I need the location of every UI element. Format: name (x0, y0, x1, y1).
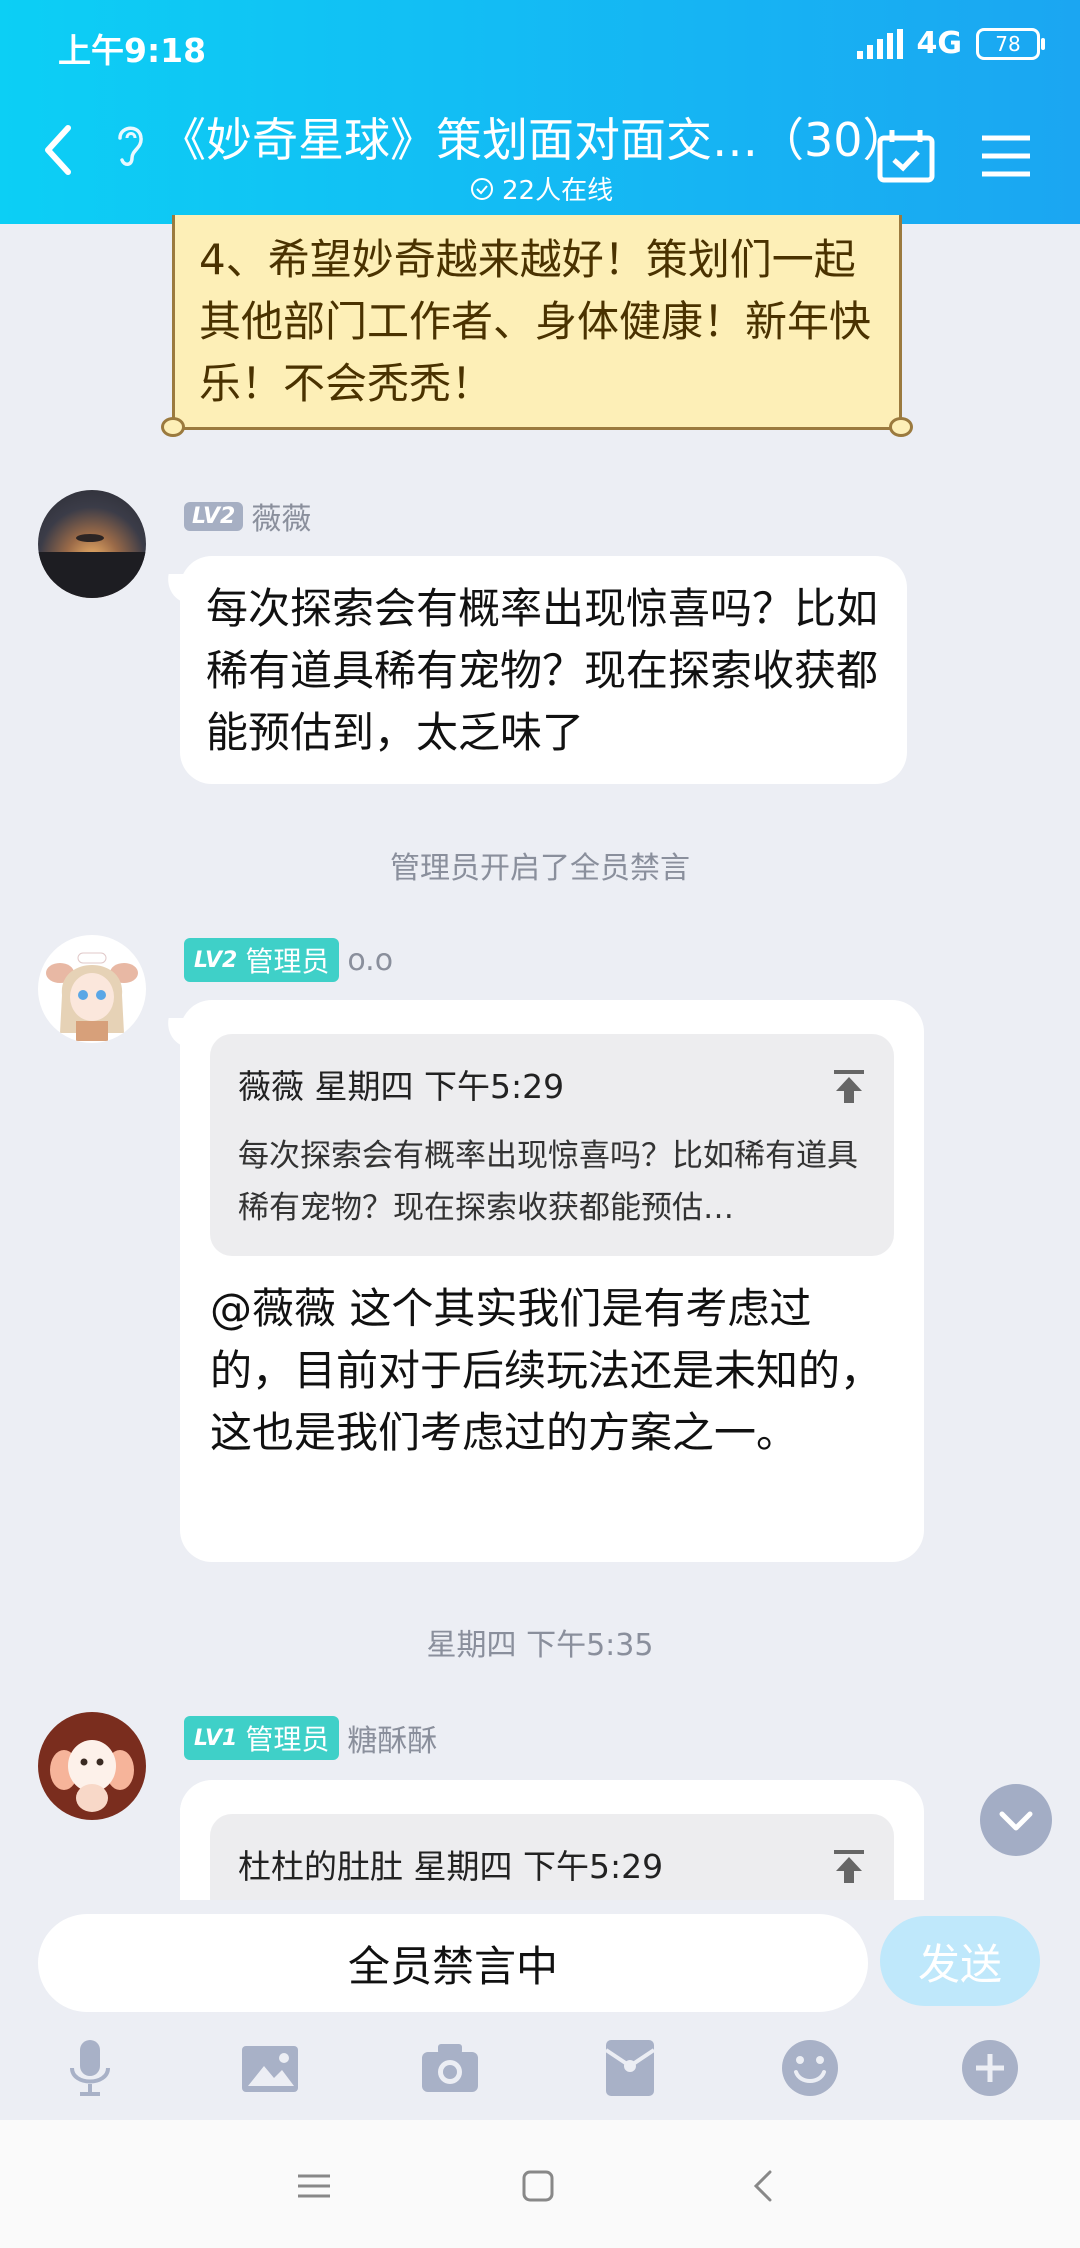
battery-icon: 78 (976, 27, 1045, 60)
message-bubble[interactable]: 杜杜的肚肚 星期四 下午5:29 (180, 1780, 924, 1900)
composer: 全员禁言中 发送 (0, 1910, 1080, 2030)
system-message: 管理员开启了全员禁言 (390, 851, 690, 886)
sender-name[interactable]: 糖酥酥 (347, 1716, 437, 1760)
jump-to-top-icon[interactable] (832, 1069, 866, 1105)
system-nav-bar (0, 2120, 1080, 2248)
anime-avatar-image (46, 952, 138, 1041)
level-badge: LV1 (194, 1725, 238, 1751)
admin-badge: LV1 管理员 (184, 1716, 340, 1760)
recent-apps-icon[interactable] (294, 2166, 334, 2206)
signal-icon (856, 28, 903, 59)
dog-avatar-image (50, 1740, 134, 1812)
home-icon[interactable] (518, 2166, 558, 2206)
chat-header: 上午9:18 4G 78 《妙奇星球》策划面对面交…（30） 22人在线 (0, 0, 1080, 224)
jump-to-top-icon[interactable] (832, 1849, 866, 1885)
avatar[interactable] (38, 1712, 146, 1820)
plus-icon[interactable] (958, 2036, 1022, 2100)
network-type: 4G (916, 26, 963, 61)
message-bubble[interactable]: 薇薇 星期四 下午5:29 每次探索会有概率出现惊喜吗？比如稀有道具稀有宠物？现… (180, 1000, 924, 1562)
role-label: 管理员 (245, 1723, 330, 1756)
back-icon[interactable] (38, 120, 78, 180)
message-input[interactable]: 全员禁言中 (38, 1914, 868, 2012)
time-divider: 星期四 下午5:35 (426, 1628, 654, 1663)
level-badge: LV2 (194, 947, 238, 973)
red-packet-icon[interactable] (598, 2036, 662, 2100)
message-bubble[interactable]: 每次探索会有概率出现惊喜吗？比如稀有道具稀有宠物？现在探索收获都能预估到，太乏味… (180, 556, 907, 784)
calendar-check-icon[interactable] (876, 128, 936, 184)
level-badge: LV2 (184, 501, 244, 531)
sender-name[interactable]: 薇薇 (251, 494, 311, 538)
ear-icon[interactable] (112, 120, 148, 168)
input-toolbar (0, 2030, 1080, 2130)
quote-header: 杜杜的肚肚 星期四 下午5:29 (238, 1847, 664, 1886)
chevron-down-icon (999, 1811, 1033, 1831)
sender-name[interactable]: o.o (347, 943, 393, 978)
quote-text: 每次探索会有概率出现惊喜吗？比如稀有道具稀有宠物？现在探索收获都能预估… (238, 1138, 858, 1226)
quoted-message[interactable]: 杜杜的肚肚 星期四 下午5:29 (210, 1814, 894, 1900)
scroll-to-bottom-button[interactable] (980, 1784, 1052, 1856)
pinned-notice: 4、希望妙奇越来越好！策划们一起其他部门工作者、身体健康！新年快乐！不会秃秃！ (161, 215, 913, 437)
online-count: 22人在线 (470, 170, 613, 207)
chat-title[interactable]: 《妙奇星球》策划面对面交…（30） (160, 104, 880, 170)
status-time: 上午9:18 (58, 31, 207, 70)
avatar[interactable] (38, 490, 146, 598)
send-button[interactable]: 发送 (880, 1916, 1040, 2006)
online-check-icon (471, 177, 493, 200)
message-text: @薇薇 这个其实我们是有考虑过的，目前对于后续玩法还是未知的，这也是我们考虑过的… (210, 1284, 883, 1457)
admin-badge: LV2 管理员 (184, 938, 340, 982)
online-text: 22人在线 (502, 176, 614, 206)
status-bar-right: 4G 78 (856, 26, 1045, 61)
mic-icon[interactable] (58, 2036, 122, 2100)
menu-icon[interactable] (980, 134, 1032, 178)
camera-icon[interactable] (418, 2036, 482, 2100)
avatar[interactable] (38, 935, 146, 1043)
quote-header: 薇薇 星期四 下午5:29 (238, 1067, 565, 1106)
role-label: 管理员 (245, 945, 330, 978)
sender-meta: LV2 薇薇 (184, 494, 311, 538)
message-text: 每次探索会有概率出现惊喜吗？比如稀有道具稀有宠物？现在探索收获都能预估到，太乏味… (206, 584, 879, 757)
sender-meta: LV2 管理员 o.o (184, 938, 393, 982)
back-nav-icon[interactable] (744, 2166, 784, 2206)
sender-meta: LV1 管理员 糖酥酥 (184, 1716, 437, 1760)
emoji-icon[interactable] (778, 2036, 842, 2100)
image-icon[interactable] (238, 2036, 302, 2100)
battery-level: 78 (995, 31, 1021, 56)
quoted-message[interactable]: 薇薇 星期四 下午5:29 每次探索会有概率出现惊喜吗？比如稀有道具稀有宠物？现… (210, 1034, 894, 1256)
sunset-avatar-image (38, 534, 146, 598)
